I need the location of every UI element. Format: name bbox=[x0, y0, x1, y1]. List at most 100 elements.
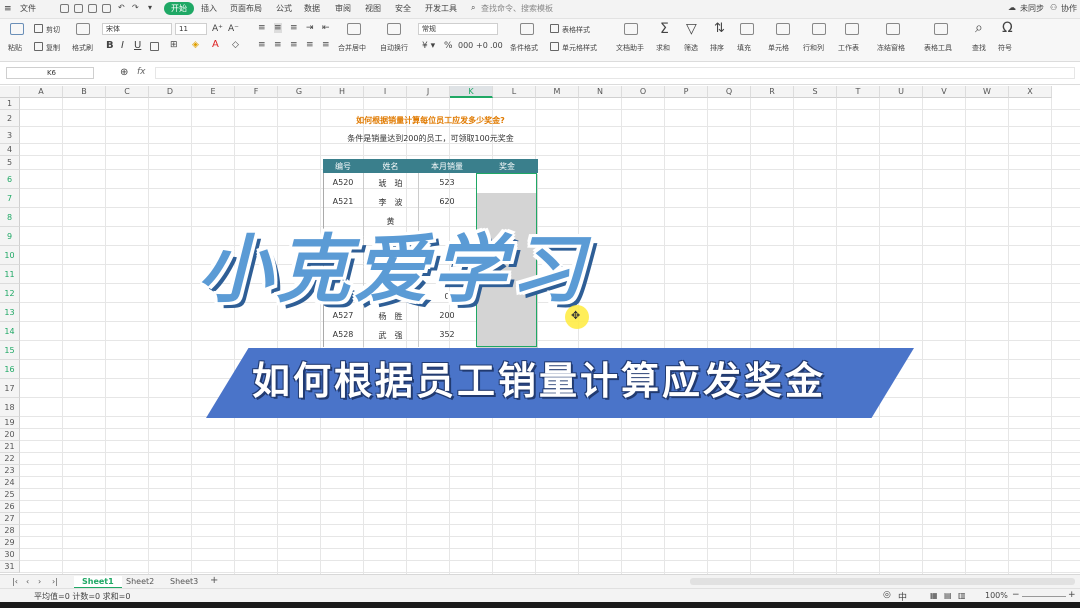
thousands-icon[interactable]: 000 bbox=[458, 41, 473, 50]
align-center-icon[interactable]: ≡ bbox=[274, 40, 282, 50]
copy-button[interactable]: 复制 bbox=[46, 43, 60, 53]
row-header-30[interactable]: 30 bbox=[0, 549, 20, 561]
column-header-P[interactable]: P bbox=[665, 86, 708, 98]
row-header-25[interactable]: 25 bbox=[0, 489, 20, 501]
row-header-22[interactable]: 22 bbox=[0, 453, 20, 465]
number-format-select[interactable]: 常规 bbox=[418, 23, 498, 35]
cell-button[interactable]: 单元格 bbox=[768, 43, 789, 53]
column-header-J[interactable]: J bbox=[407, 86, 450, 98]
row-header-15[interactable]: 15 bbox=[0, 341, 20, 360]
tab-insert[interactable]: 插入 bbox=[201, 3, 217, 14]
sync-status[interactable]: 未同步 bbox=[1020, 3, 1044, 14]
zoom-slider[interactable] bbox=[1022, 596, 1066, 597]
collab-button[interactable]: 协作 bbox=[1061, 3, 1077, 14]
outdent-icon[interactable]: ⇤ bbox=[322, 23, 330, 33]
table-cell-id[interactable]: A521 bbox=[323, 197, 363, 206]
page-break-icon[interactable]: ▥ bbox=[958, 591, 966, 600]
eye-icon[interactable]: ◎ bbox=[883, 590, 891, 600]
column-header-Q[interactable]: Q bbox=[708, 86, 751, 98]
print-icon[interactable] bbox=[88, 4, 97, 13]
font-size-select[interactable]: 11 bbox=[175, 23, 207, 35]
fill-color-icon[interactable]: ◈ bbox=[192, 40, 199, 50]
table-cell-sales[interactable]: 523 bbox=[418, 178, 476, 187]
preview-icon[interactable] bbox=[102, 4, 111, 13]
shrink-font-icon[interactable]: A⁻ bbox=[228, 24, 239, 34]
undo-icon[interactable]: ↶ bbox=[118, 3, 125, 12]
row-header-29[interactable]: 29 bbox=[0, 537, 20, 549]
column-header-R[interactable]: R bbox=[751, 86, 794, 98]
underline-icon[interactable]: U bbox=[134, 40, 141, 51]
format-painter-button[interactable]: 格式刷 bbox=[72, 43, 93, 53]
row-header-12[interactable]: 12 bbox=[0, 284, 20, 303]
column-header-N[interactable]: N bbox=[579, 86, 622, 98]
sheet-tab-2[interactable]: Sheet2 bbox=[118, 576, 162, 587]
redo-icon[interactable]: ↷ bbox=[132, 3, 139, 12]
zoom-out-icon[interactable]: − bbox=[1012, 590, 1020, 600]
export-icon[interactable] bbox=[74, 4, 83, 13]
page-layout-icon[interactable]: ▤ bbox=[944, 591, 952, 600]
table-cell-name[interactable]: 武 强 bbox=[363, 330, 418, 341]
table-cell-name[interactable]: 李 波 bbox=[363, 197, 418, 208]
zoom-in-icon[interactable]: + bbox=[1068, 590, 1076, 600]
row-header-26[interactable]: 26 bbox=[0, 501, 20, 513]
file-menu[interactable]: 文件 bbox=[20, 3, 36, 14]
column-header-V[interactable]: V bbox=[923, 86, 966, 98]
more-icon[interactable]: ▾ bbox=[148, 3, 152, 12]
tab-home[interactable]: 开始 bbox=[164, 2, 194, 15]
table-tools-icon[interactable] bbox=[934, 23, 948, 35]
row-header-3[interactable]: 3 bbox=[0, 127, 20, 144]
column-header-B[interactable]: B bbox=[63, 86, 106, 98]
table-style-button[interactable]: 表格样式 bbox=[562, 25, 590, 35]
row-header-1[interactable]: 1 bbox=[0, 98, 20, 110]
align-right-icon[interactable]: ≡ bbox=[290, 40, 298, 50]
column-header-H[interactable]: H bbox=[321, 86, 364, 98]
table-tools-button[interactable]: 表格工具 bbox=[924, 43, 952, 53]
decrease-decimal-icon[interactable]: .00 bbox=[490, 41, 503, 50]
column-header-F[interactable]: F bbox=[235, 86, 278, 98]
freeze-button[interactable]: 冻结窗格 bbox=[877, 43, 905, 53]
row-header-27[interactable]: 27 bbox=[0, 513, 20, 525]
tab-developer[interactable]: 开发工具 bbox=[425, 3, 457, 14]
formula-input[interactable] bbox=[155, 67, 1075, 79]
distribute-icon[interactable]: ≡ bbox=[322, 40, 330, 50]
table-cell-name[interactable]: 琥 珀 bbox=[363, 178, 418, 189]
doc-helper-button[interactable]: 文档助手 bbox=[616, 43, 644, 53]
command-search-input[interactable]: 查找命令、搜索模板 bbox=[481, 3, 553, 14]
sort-button[interactable]: 排序 bbox=[710, 43, 724, 53]
column-header-C[interactable]: C bbox=[106, 86, 149, 98]
tab-review[interactable]: 审阅 bbox=[335, 3, 351, 14]
wrap-text-button[interactable]: 自动换行 bbox=[380, 43, 408, 53]
sum-icon[interactable]: Σ bbox=[660, 21, 669, 37]
column-header-G[interactable]: G bbox=[278, 86, 321, 98]
bold-icon[interactable]: B bbox=[106, 40, 114, 51]
find-button[interactable]: 查找 bbox=[972, 43, 986, 53]
column-header-D[interactable]: D bbox=[149, 86, 192, 98]
conditional-format-button[interactable]: 条件格式 bbox=[510, 43, 538, 53]
cut-icon[interactable] bbox=[34, 24, 43, 33]
row-header-14[interactable]: 14 bbox=[0, 322, 20, 341]
table-cell-id[interactable]: A520 bbox=[323, 178, 363, 187]
row-header-5[interactable]: 5 bbox=[0, 156, 20, 170]
symbol-icon[interactable]: Ω bbox=[1002, 20, 1013, 36]
align-bottom-icon[interactable]: ≡ bbox=[290, 23, 298, 33]
border-icon[interactable] bbox=[150, 42, 159, 51]
tab-data[interactable]: 数据 bbox=[304, 3, 320, 14]
merge-center-button[interactable]: 合并居中 bbox=[338, 43, 366, 53]
merge-center-icon[interactable] bbox=[347, 23, 361, 35]
row-header-23[interactable]: 23 bbox=[0, 465, 20, 477]
grow-font-icon[interactable]: A⁺ bbox=[212, 24, 223, 34]
column-header-A[interactable]: A bbox=[20, 86, 63, 98]
row-header-7[interactable]: 7 bbox=[0, 189, 20, 208]
merge-icon[interactable]: ⊞ bbox=[170, 40, 178, 50]
tab-view[interactable]: 视图 bbox=[365, 3, 381, 14]
row-header-24[interactable]: 24 bbox=[0, 477, 20, 489]
cell-style-button[interactable]: 单元格样式 bbox=[562, 43, 597, 53]
percent-icon[interactable]: % bbox=[444, 41, 453, 51]
save-icon[interactable] bbox=[60, 4, 69, 13]
cell-icon[interactable] bbox=[776, 23, 790, 35]
sum-button[interactable]: 求和 bbox=[656, 43, 670, 53]
row-header-13[interactable]: 13 bbox=[0, 303, 20, 322]
row-header-8[interactable]: 8 bbox=[0, 208, 20, 227]
row-header-4[interactable]: 4 bbox=[0, 144, 20, 156]
spreadsheet-grid[interactable]: ABCDEFGHIJKLMNOPQRSTUVWX 1 2 3 4 5 6 7 8 9 10 11 12… bbox=[0, 86, 1080, 574]
